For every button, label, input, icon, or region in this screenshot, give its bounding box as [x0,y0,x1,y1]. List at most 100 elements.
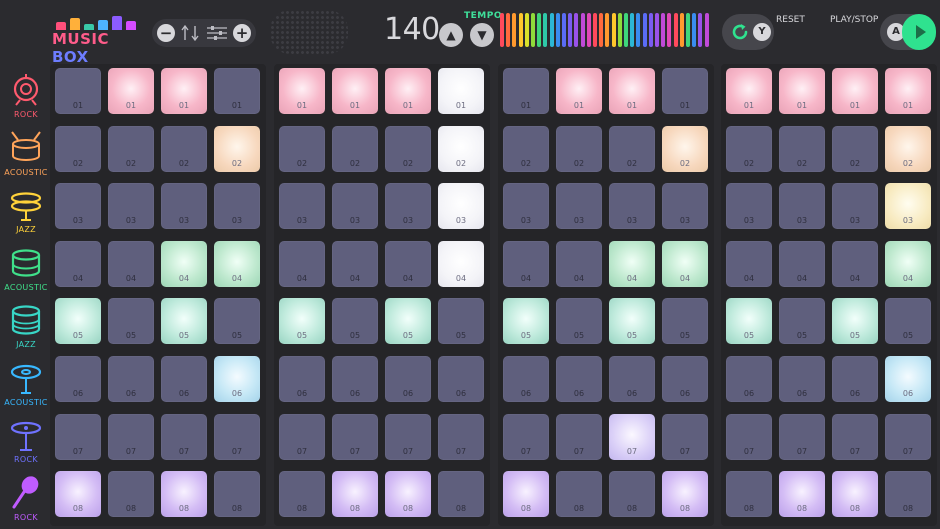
pad-active[interactable]: 08 [832,471,878,518]
pad[interactable]: 05 [332,298,378,345]
pad[interactable]: 06 [161,356,207,402]
pad[interactable]: 02 [609,125,655,172]
pad-active[interactable]: 02 [662,125,708,172]
reset-button[interactable]: Y [722,14,774,50]
pad[interactable]: 06 [662,356,708,402]
tempo-up-button[interactable]: ▲ [439,23,463,47]
pad[interactable]: 08 [609,471,655,518]
pad[interactable]: 03 [214,183,260,230]
pad-active[interactable]: 02 [214,125,260,172]
pad[interactable]: 07 [726,413,772,460]
pad-active[interactable]: 05 [161,298,207,345]
instrument-1[interactable]: ROCK [0,72,52,119]
pad[interactable]: 07 [885,413,931,460]
pad[interactable]: 07 [108,413,154,460]
pad-active[interactable]: 03 [438,183,484,230]
pad[interactable]: 02 [726,125,772,172]
pad-active[interactable]: 01 [332,68,378,114]
pad[interactable]: 03 [55,183,101,230]
pad[interactable]: 06 [108,356,154,402]
pad[interactable]: 04 [385,240,431,287]
tempo-down-button[interactable]: ▼ [470,23,494,47]
pad[interactable]: 05 [779,298,825,345]
instrument-8[interactable]: ROCK [0,475,52,522]
pad[interactable]: 07 [832,413,878,460]
pad-active[interactable]: 01 [885,68,931,114]
sort-arrows-icon[interactable] [180,24,202,42]
pad-active[interactable]: 04 [609,240,655,287]
instrument-3[interactable]: JAZZ [0,187,52,234]
pad[interactable]: 02 [332,125,378,172]
pad[interactable]: 07 [662,413,708,460]
equalizer-sliders-icon[interactable] [206,25,228,41]
pad-active[interactable]: 01 [556,68,602,114]
pad-active[interactable]: 01 [779,68,825,114]
pad[interactable]: 06 [55,356,101,402]
pad[interactable]: 08 [726,471,772,518]
pad[interactable]: 06 [556,356,602,402]
pad-active[interactable]: 08 [161,471,207,518]
pad[interactable]: 03 [779,183,825,230]
pad-active[interactable]: 01 [385,68,431,114]
pad[interactable]: 07 [438,413,484,460]
pad[interactable]: 03 [108,183,154,230]
pad-active[interactable]: 05 [609,298,655,345]
pad[interactable]: 08 [556,471,602,518]
pad[interactable]: 08 [885,471,931,518]
pad[interactable]: 04 [556,240,602,287]
pad-active[interactable]: 01 [108,68,154,114]
pad-active[interactable]: 05 [55,298,101,345]
instrument-6[interactable]: ACOUSTIC [0,360,52,407]
pad[interactable]: 04 [726,240,772,287]
pad[interactable]: 07 [161,413,207,460]
pad-active[interactable]: 04 [161,240,207,287]
pad[interactable]: 06 [779,356,825,402]
instrument-2[interactable]: ACOUSTIC [0,130,52,177]
pad-active[interactable]: 02 [885,125,931,172]
pad-active[interactable]: 08 [503,471,549,518]
pad[interactable]: 08 [438,471,484,518]
pad-active[interactable]: 05 [832,298,878,345]
pad[interactable]: 03 [279,183,325,230]
pad[interactable]: 07 [279,413,325,460]
pad-active[interactable]: 08 [662,471,708,518]
pad[interactable]: 02 [503,125,549,172]
pad-active[interactable]: 08 [385,471,431,518]
pad[interactable]: 08 [214,471,260,518]
pad[interactable]: 03 [161,183,207,230]
pad-active[interactable]: 05 [726,298,772,345]
pad[interactable]: 03 [556,183,602,230]
pad-active[interactable]: 01 [726,68,772,114]
pad[interactable]: 04 [779,240,825,287]
pad-active[interactable]: 06 [885,356,931,402]
pad[interactable]: 07 [385,413,431,460]
pad[interactable]: 06 [332,356,378,402]
pad-active[interactable]: 03 [885,183,931,230]
pad[interactable]: 04 [108,240,154,287]
pad[interactable]: 05 [662,298,708,345]
pad[interactable]: 02 [832,125,878,172]
pad-active[interactable]: 01 [161,68,207,114]
pad[interactable]: 02 [556,125,602,172]
pad[interactable]: 07 [503,413,549,460]
pad[interactable]: 02 [161,125,207,172]
pad-active[interactable]: 04 [885,240,931,287]
pad-active[interactable]: 08 [55,471,101,518]
pad[interactable]: 06 [832,356,878,402]
pad-active[interactable]: 01 [438,68,484,114]
pad-active[interactable]: 08 [332,471,378,518]
pad[interactable]: 07 [332,413,378,460]
pad[interactable]: 01 [503,68,549,114]
pad[interactable]: 06 [279,356,325,402]
instrument-5[interactable]: JAZZ [0,302,52,349]
pad[interactable]: 05 [556,298,602,345]
volume-down-button[interactable]: − [157,24,175,42]
pad[interactable]: 04 [832,240,878,287]
pad[interactable]: 06 [385,356,431,402]
pad[interactable]: 03 [662,183,708,230]
pad[interactable]: 04 [279,240,325,287]
pad-active[interactable]: 05 [279,298,325,345]
pad[interactable]: 03 [609,183,655,230]
pad[interactable]: 08 [279,471,325,518]
pad[interactable]: 03 [726,183,772,230]
